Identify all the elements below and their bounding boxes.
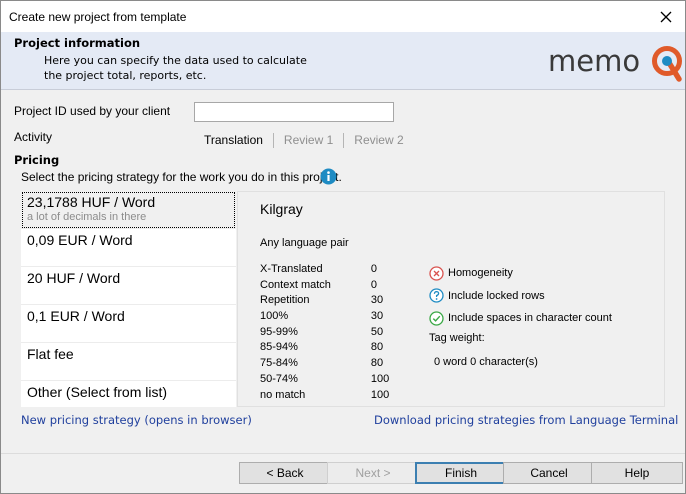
rate-label: 85-94% [260,341,298,354]
rate-label: 75-84% [260,357,298,370]
rate-value: 80 [370,341,384,354]
list-item[interactable]: 0,09 EUR / Word [21,229,236,267]
next-button[interactable]: Next > [327,462,419,484]
memoq-logo: memo [548,44,682,82]
rate-value: 30 [370,294,384,307]
table-row: Context match 0 [260,278,400,294]
project-id-input[interactable] [194,102,394,122]
project-id-label: Project ID used by your client [14,104,171,118]
list-item[interactable]: 0,1 EUR / Word [21,305,236,343]
option-include-locked-rows: Include locked rows [429,285,612,308]
wizard-header: Project information Here you can specify… [1,32,685,90]
tab-review-1[interactable]: Review 1 [274,133,343,147]
strategy-name: 0,1 EUR / Word [27,308,125,324]
rate-label: 50-74% [260,372,298,385]
footer-divider [1,453,685,454]
title-bar: Create new project from template [1,1,685,32]
list-item[interactable]: 23,1788 HUF / Word a lot of decimals in … [21,191,236,229]
rate-value: 0 [370,278,377,291]
activity-tabs: Translation Review 1 Review 2 [204,132,414,148]
strategy-name: 23,1788 HUF / Word [27,194,156,210]
language-pair: Any language pair [260,237,349,249]
table-row: 75-84% 80 [260,356,400,372]
tab-translation[interactable]: Translation [204,133,273,147]
table-row: 50-74% 100 [260,372,400,388]
wizard-content: Project ID used by your client Activity … [1,90,685,450]
rate-value: 50 [370,325,384,338]
rate-value: 0 [370,263,377,275]
table-row: no match 100 [260,388,400,404]
window-title: Create new project from template [9,10,187,24]
strategy-options: Homogeneity Include locked rows Include … [429,262,612,330]
strategy-name: Other (Select from list) [27,384,168,400]
pricing-description: Select the pricing strategy for the work… [21,170,342,184]
option-label: Include spaces in character count [448,312,612,325]
rates-table: X-Translated 0 Context match 0 Repetition 3… [260,262,400,403]
pricing-strategy-list[interactable]: 23,1788 HUF / Word a lot of decimals in … [21,191,236,407]
list-item[interactable]: 20 HUF / Word [21,267,236,305]
info-icon[interactable] [320,168,337,185]
strategy-detail-panel: Kilgray Any language pair X-Translated 0 … [237,191,665,407]
table-row: X-Translated 0 [260,262,400,278]
list-item[interactable]: Other (Select from list) [21,381,236,407]
question-circle-icon [429,288,444,303]
rate-label: Repetition [260,294,310,307]
strategy-name: Flat fee [27,346,74,362]
strategy-name: 0,09 EUR / Word [27,232,133,248]
x-circle-icon [429,266,444,281]
strategy-note: a lot of decimals in there [27,211,147,223]
table-row: 85-94% 80 [260,340,400,356]
close-icon [660,11,672,22]
strategy-detail-name: Kilgray [260,201,303,217]
pricing-heading: Pricing [14,153,60,167]
tag-weight-value: 0 word 0 character(s) [434,356,538,368]
new-pricing-strategy-link[interactable]: New pricing strategy (opens in browser) [21,413,252,427]
svg-text:memo: memo [548,44,640,78]
activity-label: Activity [14,130,53,144]
back-button[interactable]: < Back [239,462,331,484]
help-button[interactable]: Help [591,462,683,484]
strategy-name: 20 HUF / Word [27,270,121,286]
rate-label: Context match [260,278,331,291]
table-row: 95-99% 50 [260,325,400,341]
cancel-button[interactable]: Cancel [503,462,595,484]
option-include-spaces: Include spaces in character count [429,307,612,330]
table-row: Repetition 30 [260,293,400,309]
rate-label: 100% [260,310,289,323]
header-title: Project information [14,36,141,50]
list-item[interactable]: Flat fee [21,343,236,381]
rate-label: 95-99% [260,325,298,338]
finish-button[interactable]: Finish [415,462,507,484]
option-label: Include locked rows [448,289,545,302]
tab-review-2[interactable]: Review 2 [344,133,413,147]
rate-value: 100 [370,372,390,385]
option-label: Homogeneity [448,267,513,280]
close-button[interactable] [651,2,681,31]
rate-label: no match [260,388,306,401]
rate-value: 80 [370,357,384,370]
option-homogeneity: Homogeneity [429,262,612,285]
header-description: Here you can specify the data used to ca… [44,54,307,82]
rate-value: 100 [370,388,390,401]
check-circle-icon [429,311,444,326]
download-pricing-strategies-link[interactable]: Download pricing strategies from Languag… [374,413,678,427]
rate-value: 30 [370,310,384,323]
tag-weight-label: Tag weight: [429,332,485,344]
rate-label: X-Translated [260,263,323,275]
dialog-window: Create new project from template Project… [0,0,686,494]
table-row: 100% 30 [260,309,400,325]
